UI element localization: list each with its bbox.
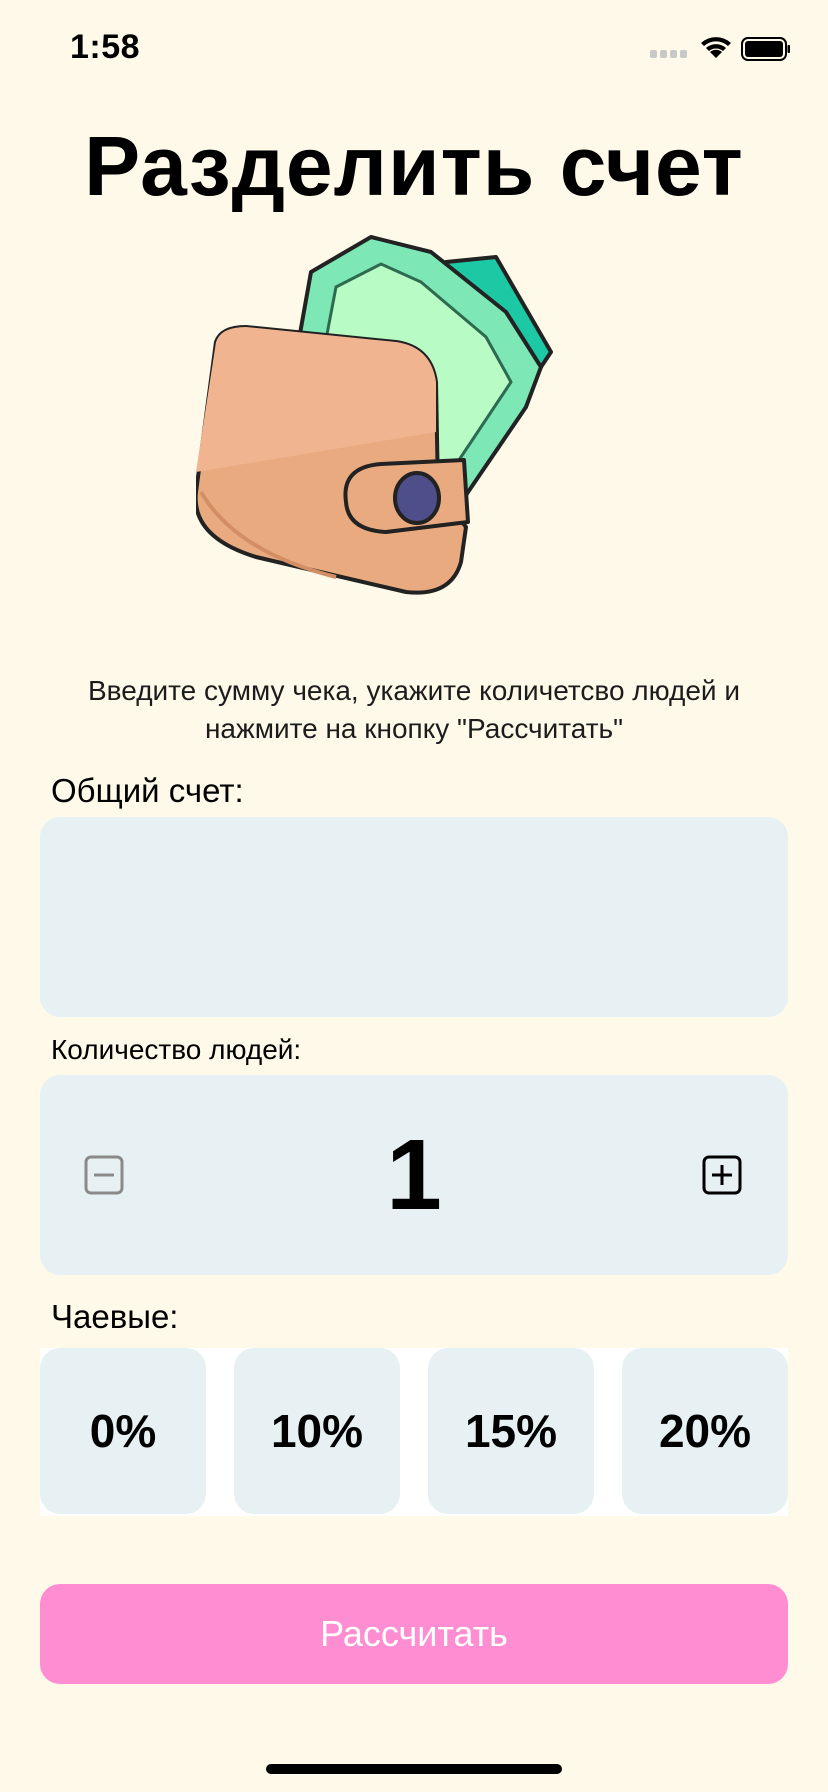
status-time: 1:58	[70, 28, 141, 66]
battery-icon	[741, 37, 790, 61]
total-label: Общий счет:	[51, 772, 244, 809]
people-count: 1	[386, 1119, 442, 1231]
wallet-with-cash-icon	[193, 232, 628, 652]
status-icons	[650, 32, 790, 68]
minus-button[interactable]	[84, 1155, 124, 1195]
minus-square-icon	[84, 1155, 124, 1195]
tip-option-10[interactable]: 10%	[234, 1348, 400, 1514]
home-indicator	[266, 1764, 562, 1774]
tip-option-15[interactable]: 15%	[428, 1348, 594, 1514]
wifi-icon	[701, 37, 731, 58]
people-label: Количество людей:	[51, 1034, 302, 1065]
calculate-button[interactable]: Рассчитать	[40, 1584, 788, 1684]
instruction-text: Введите сумму чека, укажите количетсво л…	[88, 675, 740, 744]
plus-button[interactable]	[702, 1155, 742, 1195]
tip-option-0[interactable]: 0%	[40, 1348, 206, 1514]
page-title: Разделить счет	[84, 119, 744, 213]
total-input[interactable]	[40, 817, 788, 1017]
cellular-signal-icon	[650, 50, 687, 58]
tip-option-20[interactable]: 20%	[622, 1348, 788, 1514]
plus-square-icon	[702, 1155, 742, 1195]
tips-label: Чаевые:	[51, 1298, 179, 1335]
tips-options: 0% 10% 15% 20%	[40, 1348, 788, 1516]
